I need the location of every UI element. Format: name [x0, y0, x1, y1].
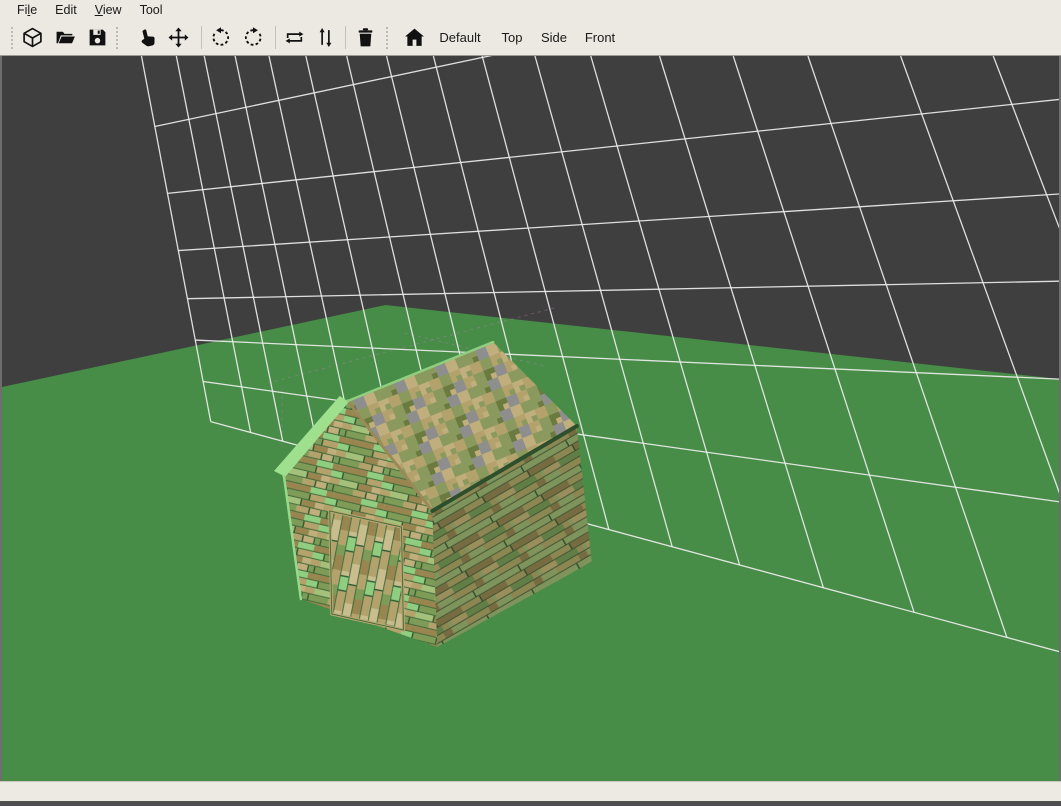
menu-item-file[interactable]: File [8, 2, 46, 18]
rotate-cw-button[interactable] [238, 23, 268, 52]
move-arrows-icon [168, 27, 189, 48]
viewport-3d[interactable] [0, 56, 1061, 781]
open-button[interactable] [50, 23, 80, 52]
house-door [330, 511, 404, 630]
home-icon [404, 27, 425, 48]
menu-item-edit[interactable]: Edit [46, 2, 86, 18]
window-bottom-edge [0, 801, 1061, 806]
viewport-svg[interactable] [2, 56, 1059, 781]
arrows-horizontal-icon [284, 27, 305, 48]
view-default-button[interactable]: Default [433, 23, 487, 52]
trash-icon [355, 27, 376, 48]
toolbar-grip[interactable] [115, 26, 120, 50]
open-folder-icon [55, 27, 76, 48]
view-top-button[interactable]: Top [495, 23, 529, 52]
menu-item-tool[interactable]: Tool [131, 2, 172, 18]
delete-button[interactable] [350, 23, 380, 52]
cube-icon [22, 27, 43, 48]
rotate-cw-icon [243, 27, 264, 48]
rotate-ccw-icon [210, 27, 231, 48]
toolbar-grip[interactable] [385, 26, 390, 50]
toolbar-separator [275, 26, 276, 49]
hand-pointer-icon [137, 27, 158, 48]
toolbar: Default Top Side Front [0, 19, 1061, 56]
status-bar [0, 781, 1061, 801]
toolbar-grip[interactable] [10, 26, 15, 50]
arrows-vertical-icon [315, 27, 336, 48]
view-front-button[interactable]: Front [578, 23, 622, 52]
app-window: File Edit View Tool [0, 0, 1061, 806]
view-side-button[interactable]: Side [535, 23, 573, 52]
new-model-button[interactable] [17, 23, 47, 52]
move-vertical-button[interactable] [310, 23, 340, 52]
home-view-button[interactable] [399, 23, 429, 52]
move-tool-button[interactable] [163, 23, 193, 52]
save-floppy-icon [87, 27, 108, 48]
menubar: File Edit View Tool [0, 0, 1061, 19]
save-button[interactable] [82, 23, 112, 52]
move-horizontal-button[interactable] [279, 23, 309, 52]
toolbar-separator [201, 26, 202, 49]
menu-item-view[interactable]: View [86, 2, 131, 18]
toolbar-separator [345, 26, 346, 49]
select-hand-tool-button[interactable] [132, 23, 162, 52]
rotate-ccw-button[interactable] [205, 23, 235, 52]
